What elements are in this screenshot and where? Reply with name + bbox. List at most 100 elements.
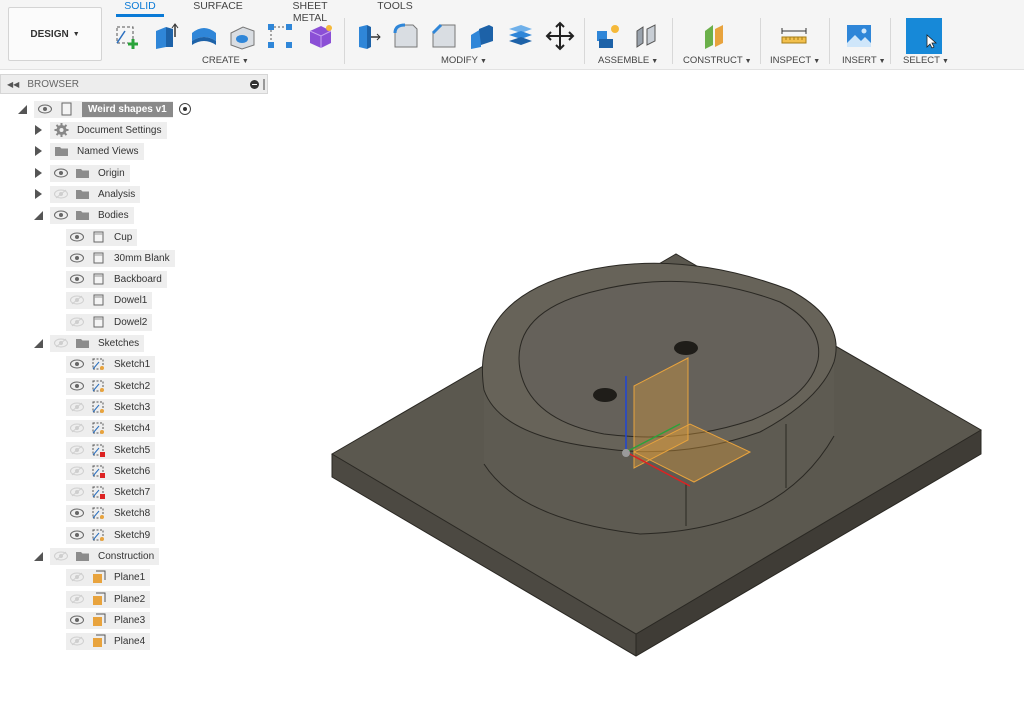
visibility-eye-icon[interactable] <box>69 380 85 392</box>
hidden-eye-icon[interactable] <box>69 465 85 477</box>
hidden-eye-icon[interactable] <box>69 571 85 583</box>
collapse-browser-icon[interactable]: ◀◀ <box>7 80 19 89</box>
tree-node[interactable]: Dowel1 <box>66 291 153 309</box>
tree-node[interactable]: Plane4 <box>66 632 151 650</box>
hidden-eye-icon[interactable] <box>69 593 85 605</box>
tree-node[interactable]: Cup <box>66 228 138 246</box>
visibility-eye-icon[interactable] <box>69 273 85 285</box>
tree-node[interactable]: Sketch6 <box>66 462 156 480</box>
tree-node[interactable]: Document Settings <box>50 121 167 139</box>
visibility-eye-icon[interactable] <box>69 507 85 519</box>
origin-point[interactable] <box>622 449 630 457</box>
expand-toggle-icon[interactable] <box>32 145 44 157</box>
tree-item-analysis[interactable]: Analysis <box>32 185 141 203</box>
move-icon[interactable] <box>544 20 576 52</box>
expand-toggle-icon[interactable] <box>32 124 44 136</box>
tree-sketch-9[interactable]: Sketch9 <box>66 526 156 544</box>
tree-plane-3[interactable]: Plane3 <box>66 611 151 629</box>
hidden-eye-icon[interactable] <box>53 550 69 562</box>
hidden-eye-icon[interactable] <box>69 444 85 456</box>
tree-sketch-5[interactable]: Sketch5 <box>66 441 156 459</box>
shell-icon[interactable] <box>466 20 498 52</box>
tree-body-2[interactable]: 30mm Blank <box>66 249 175 267</box>
create-form-icon[interactable] <box>304 20 336 52</box>
visibility-eye-icon[interactable] <box>69 231 85 243</box>
tree-node[interactable]: Construction <box>50 547 160 565</box>
collapse-toggle-icon[interactable] <box>32 550 44 562</box>
workspace-switcher[interactable]: DESIGN ▼ <box>8 7 102 61</box>
tree-sketch-1[interactable]: Sketch1 <box>66 355 156 373</box>
hidden-eye-icon[interactable] <box>69 422 85 434</box>
joint-icon[interactable] <box>630 20 662 52</box>
tab-surface[interactable]: SURFACE <box>192 0 244 16</box>
split-body-icon[interactable] <box>504 20 536 52</box>
tree-node[interactable]: Sketch4 <box>66 419 156 437</box>
tab-sheet-metal[interactable]: SHEET METAL <box>276 0 344 24</box>
minimize-browser-icon[interactable] <box>250 80 259 89</box>
group-construct[interactable]: CONSTRUCT ▼ <box>683 55 752 66</box>
activate-radio-icon[interactable] <box>178 103 191 115</box>
hidden-eye-icon[interactable] <box>69 486 85 498</box>
fillet-icon[interactable] <box>390 20 422 52</box>
visibility-eye-icon[interactable] <box>69 252 85 264</box>
insert-image-icon[interactable] <box>843 20 875 52</box>
tree-plane-2[interactable]: Plane2 <box>66 590 151 608</box>
group-insert[interactable]: INSERT ▼ <box>842 55 886 66</box>
revolve-icon[interactable] <box>188 20 220 52</box>
hidden-eye-icon[interactable] <box>53 337 69 349</box>
new-component-icon[interactable] <box>592 20 624 52</box>
tree-item-origin[interactable]: Origin <box>32 164 130 182</box>
tree-node[interactable]: Plane3 <box>66 611 151 629</box>
tree-plane-4[interactable]: Plane4 <box>66 632 151 650</box>
tree-node[interactable]: Sketch2 <box>66 377 156 395</box>
tree-sketch-4[interactable]: Sketch4 <box>66 419 156 437</box>
resize-grip-icon[interactable] <box>263 79 265 90</box>
tree-node[interactable]: Sketch9 <box>66 526 156 544</box>
tree-sketch-8[interactable]: Sketch8 <box>66 504 156 522</box>
group-assemble[interactable]: ASSEMBLE ▼ <box>598 55 658 66</box>
create-sketch-icon[interactable] <box>112 20 144 52</box>
model-canvas[interactable] <box>270 72 1024 701</box>
tree-body-5[interactable]: Dowel2 <box>66 313 153 331</box>
tree-node[interactable]: Sketch5 <box>66 441 156 459</box>
tree-node[interactable]: Dowel2 <box>66 313 153 331</box>
tree-item-sketches[interactable]: Sketches <box>32 334 145 352</box>
extrude-icon[interactable] <box>150 20 182 52</box>
visibility-eye-icon[interactable] <box>69 529 85 541</box>
tree-body-3[interactable]: Backboard <box>66 270 167 288</box>
hidden-eye-icon[interactable] <box>69 635 85 647</box>
group-select[interactable]: SELECT ▼ <box>903 55 949 66</box>
pattern-icon[interactable] <box>264 20 296 52</box>
tree-node[interactable]: Origin <box>50 164 130 182</box>
tree-sketch-6[interactable]: Sketch6 <box>66 462 156 480</box>
tree-node[interactable]: Bodies <box>50 206 134 224</box>
hidden-eye-icon[interactable] <box>69 294 85 306</box>
expand-toggle-icon[interactable] <box>32 167 44 179</box>
tree-item-document-settings[interactable]: Document Settings <box>32 121 167 139</box>
tab-tools[interactable]: TOOLS <box>376 0 414 16</box>
visibility-eye-icon[interactable] <box>69 614 85 626</box>
collapse-toggle-icon[interactable] <box>32 337 44 349</box>
visibility-eye-icon[interactable] <box>53 209 69 221</box>
tree-sketch-7[interactable]: Sketch7 <box>66 483 156 501</box>
group-inspect[interactable]: INSPECT ▼ <box>770 55 820 66</box>
tree-node[interactable]: Sketches <box>50 334 145 352</box>
tree-node[interactable]: Backboard <box>66 270 167 288</box>
tree-item-construction[interactable]: Construction <box>32 547 160 565</box>
tree-node[interactable]: Sketch3 <box>66 398 156 416</box>
hidden-eye-icon[interactable] <box>53 188 69 200</box>
offset-plane-icon[interactable] <box>698 20 730 52</box>
tree-root[interactable]: Weird shapes v1 <box>16 100 191 118</box>
tree-node[interactable]: Named Views <box>50 142 144 160</box>
visibility-eye-icon[interactable] <box>53 167 69 179</box>
hole-icon[interactable] <box>226 20 258 52</box>
3d-viewport[interactable] <box>270 72 1024 701</box>
visibility-eye-icon[interactable] <box>69 358 85 370</box>
tree-sketch-2[interactable]: Sketch2 <box>66 377 156 395</box>
measure-icon[interactable] <box>778 20 810 52</box>
group-create[interactable]: CREATE ▼ <box>202 55 249 66</box>
expand-toggle-icon[interactable] <box>32 188 44 200</box>
tree-node[interactable]: Analysis <box>50 185 141 203</box>
tree-node[interactable]: Sketch7 <box>66 483 156 501</box>
expand-toggle[interactable] <box>16 103 28 115</box>
